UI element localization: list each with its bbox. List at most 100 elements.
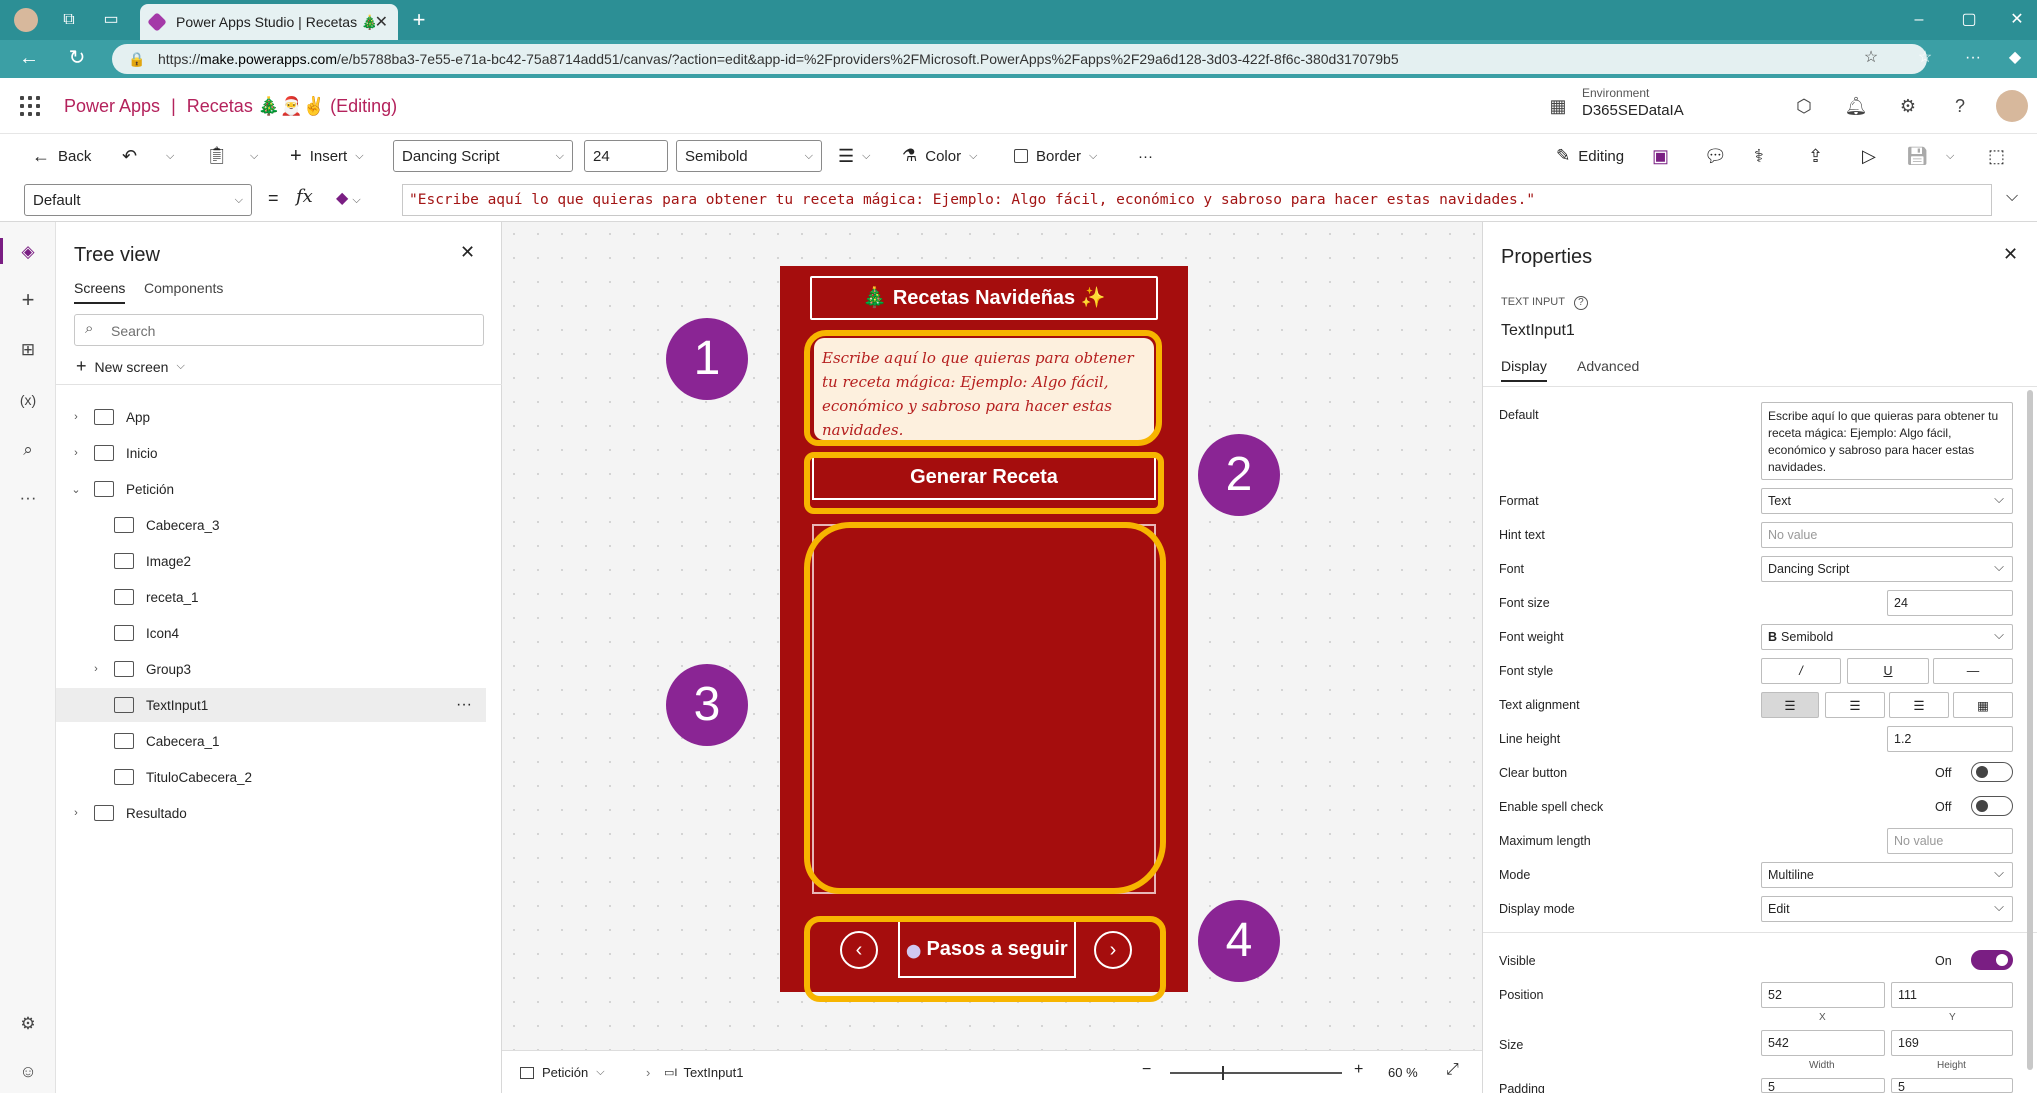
font-select[interactable]: Dancing Script [1761, 556, 2013, 582]
app-launcher-icon[interactable] [20, 96, 40, 116]
tree-item[interactable]: Image2 [56, 544, 486, 578]
new-tab-icon[interactable]: + [408, 9, 430, 31]
tree-caret-icon[interactable]: › [66, 447, 86, 459]
fit-to-screen-icon[interactable]: ⤢ [1446, 1061, 1459, 1079]
tree-item[interactable]: TextInput1 ··· [56, 688, 486, 722]
tab-display[interactable]: Display [1501, 358, 1547, 382]
close-tree-icon[interactable]: ✕ [460, 242, 475, 263]
editing-mode-button[interactable]: ✎ Editing [1556, 146, 1624, 166]
comments-icon[interactable]: 💬︎ [1704, 146, 1727, 167]
undo-dropdown-icon[interactable]: ⌵ [166, 150, 174, 163]
environment-picker[interactable]: Environment D365SEDataIA [1582, 86, 1684, 119]
app-checker-icon[interactable]: ⚕ [1754, 146, 1764, 167]
zoom-in-icon[interactable]: + [1354, 1061, 1363, 1079]
selected-control-crumb[interactable]: ▭I TextInput1 [664, 1065, 743, 1080]
tree-item[interactable]: TituloCabecera_2 [56, 760, 486, 794]
tree-item[interactable]: Cabecera_1 [56, 724, 486, 758]
share-icon[interactable]: ⇪ [1808, 146, 1823, 167]
tab-actions-icon[interactable]: ▭ [100, 10, 122, 30]
insert-button[interactable]: + Insert ⌵ [290, 145, 364, 168]
copilot-panel-icon[interactable]: ▣ [1652, 146, 1669, 167]
variables-icon[interactable]: (x) [16, 388, 40, 412]
paste-dropdown-icon[interactable]: ⌵ [250, 150, 258, 163]
align-justify-button[interactable]: ▦ [1953, 692, 2013, 718]
tree-view-icon[interactable]: ◈ [16, 240, 40, 264]
tree-caret-icon[interactable]: › [66, 807, 86, 819]
back-arrow-icon[interactable]: ← [18, 48, 40, 68]
italic-button[interactable]: / [1761, 658, 1841, 684]
tree-item[interactable]: › Inicio [56, 436, 486, 470]
align-right-button[interactable]: ☰ [1889, 692, 1949, 718]
position-x-field[interactable]: 52 [1761, 982, 1885, 1008]
tree-item[interactable]: Icon4 [56, 616, 486, 650]
minimize-icon[interactable]: – [1908, 10, 1930, 30]
more-rail-icon[interactable]: ··· [16, 486, 40, 510]
zoom-slider-thumb[interactable] [1222, 1066, 1224, 1080]
publish-icon[interactable]: ⬚ [1988, 146, 2005, 167]
tab-screens[interactable]: Screens [74, 280, 126, 304]
close-tab-icon[interactable]: ✕ [375, 12, 388, 32]
more-commands-button[interactable]: ··· [1138, 148, 1153, 165]
info-icon[interactable]: ? [1573, 296, 1588, 310]
copilot-formula-icon[interactable]: ◆ ⌵ [336, 188, 361, 208]
default-field[interactable]: Escribe aquí lo que quieras para obtener… [1761, 402, 2013, 480]
expand-formula-icon[interactable]: ⌵ [2006, 188, 2018, 206]
position-y-field[interactable]: 111 [1891, 982, 2013, 1008]
tree-caret-icon[interactable]: ⌄ [66, 483, 86, 496]
copilot-icon[interactable]: ◆ [2004, 48, 2026, 68]
border-button[interactable]: Border ⌵ [1014, 148, 1097, 165]
tab-advanced[interactable]: Advanced [1577, 358, 1639, 374]
close-window-icon[interactable]: ✕ [2006, 10, 2028, 30]
tree-item[interactable]: ⌄ Petición [56, 472, 486, 506]
browser-menu-icon[interactable]: ··· [1962, 48, 1984, 68]
underline-button[interactable]: U [1847, 658, 1929, 684]
hint-field[interactable]: No value [1761, 522, 2013, 548]
max-length-field[interactable]: No value [1887, 828, 2013, 854]
tree-caret-icon[interactable]: › [86, 663, 106, 675]
refresh-icon[interactable]: ↻ [66, 48, 88, 68]
display-mode-select[interactable]: Edit [1761, 896, 2013, 922]
formula-input[interactable]: "Escribe aquí lo que quieras para obtene… [402, 184, 1992, 216]
browser-tab[interactable]: Power Apps Studio | Recetas 🎄 ✕ [140, 4, 398, 40]
align-center-button[interactable]: ☰ [1825, 692, 1885, 718]
notifications-icon[interactable]: 🔔︎ [1844, 94, 1868, 118]
favorite-star-icon[interactable]: ☆ [1860, 48, 1882, 68]
tree-item[interactable]: receta_1 [56, 580, 486, 614]
tree-item[interactable]: › Resultado [56, 796, 486, 830]
tree-item[interactable]: › App [56, 400, 486, 434]
zoom-slider[interactable] [1170, 1066, 1342, 1080]
favorites-icon[interactable]: ☆ [1914, 48, 1936, 68]
search-rail-icon[interactable]: ⌕ [16, 438, 40, 462]
tree-item[interactable]: Cabecera_3 [56, 508, 486, 542]
font-size-field[interactable]: 24 [1887, 590, 2013, 616]
url-field[interactable]: 🔒 https://make.powerapps.com/e/b5788ba3-… [112, 44, 1927, 74]
collections-icon[interactable]: ⧉ [58, 10, 80, 30]
insert-icon[interactable]: + [16, 288, 40, 312]
copilot-header-icon[interactable]: ⬡ [1792, 94, 1816, 118]
profile-avatar[interactable] [14, 8, 38, 32]
screen-header-title[interactable]: 🎄 Recetas Navideñas ✨ [810, 276, 1158, 320]
visible-toggle[interactable] [1971, 950, 2013, 970]
save-icon[interactable]: 💾︎ [1906, 146, 1929, 167]
back-button[interactable]: ← Back [32, 146, 91, 167]
format-select[interactable]: Text [1761, 488, 2013, 514]
undo-icon[interactable]: ↶ [122, 146, 137, 167]
padding-field-1[interactable]: 5 [1761, 1078, 1885, 1093]
font-weight-select[interactable]: Semibold ⌵ [676, 140, 822, 172]
height-field[interactable]: 169 [1891, 1030, 2013, 1056]
spell-check-toggle[interactable] [1971, 796, 2013, 816]
new-screen-button[interactable]: + New screen ⌵ [76, 356, 185, 377]
screen-selector[interactable]: Petición ⌵ [520, 1065, 605, 1080]
font-size-input[interactable]: 24 [584, 140, 668, 172]
property-select[interactable]: Default ⌵ [24, 184, 252, 216]
virtual-agent-icon[interactable]: ☺ [16, 1060, 40, 1084]
clear-button-toggle[interactable] [1971, 762, 2013, 782]
font-family-select[interactable]: Dancing Script ⌵ [393, 140, 573, 172]
tree-caret-icon[interactable]: › [66, 411, 86, 423]
line-height-field[interactable]: 1.2 [1887, 726, 2013, 752]
strikethrough-button[interactable]: — [1933, 658, 2013, 684]
save-dropdown-icon[interactable]: ⌵ [1946, 150, 1954, 163]
padding-field-2[interactable]: 5 [1891, 1078, 2013, 1093]
align-left-button[interactable]: ☰ [1761, 692, 1819, 718]
font-weight-select[interactable]: B Semibold [1761, 624, 2013, 650]
